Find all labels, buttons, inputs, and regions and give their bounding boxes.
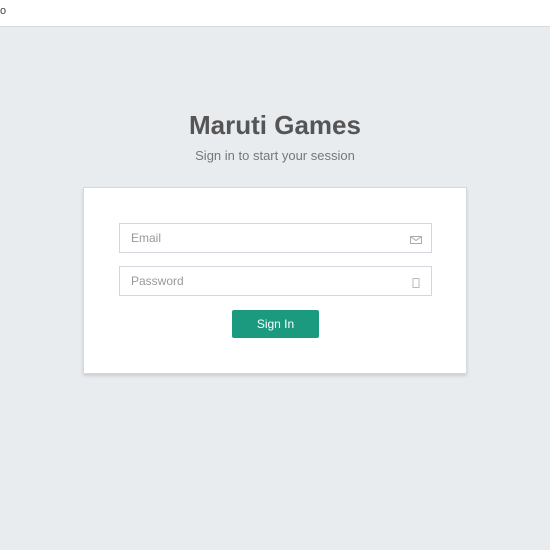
lock-icon: [410, 276, 422, 288]
login-subtitle: Sign in to start your session: [195, 148, 355, 163]
browser-top-bar: o: [0, 0, 550, 27]
email-field[interactable]: [120, 224, 431, 252]
top-bar-text: o: [0, 5, 7, 17]
password-field[interactable]: [120, 267, 431, 295]
brand-title: Maruti Games: [189, 110, 361, 140]
email-field-wrapper: [119, 223, 432, 253]
envelope-icon: [410, 233, 422, 245]
sign-in-button[interactable]: Sign In: [232, 310, 319, 338]
password-field-wrapper: [119, 266, 432, 296]
login-card: Sign In: [83, 187, 467, 374]
